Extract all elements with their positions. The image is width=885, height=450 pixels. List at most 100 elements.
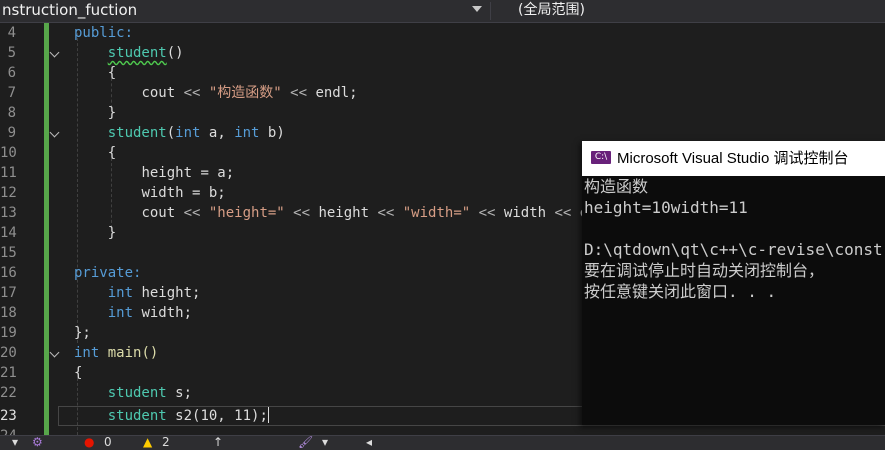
operator: <<	[175, 85, 209, 101]
status-bar: ▾ ⚙ ● 0 ▲ 2 ↑ 🖌 ▾ ◂	[0, 435, 885, 450]
line-number: 15	[0, 245, 17, 261]
code-line: 7 cout << "构造函数" << endl;	[0, 83, 885, 103]
operator: <<	[175, 205, 209, 221]
code-line: 24	[0, 426, 885, 435]
operator: <<	[546, 205, 580, 221]
line-number: 10	[0, 145, 17, 161]
operator: <<	[284, 205, 319, 221]
chevron-down-icon[interactable]	[472, 6, 482, 12]
line-number: 23	[0, 408, 17, 424]
param: b)	[259, 125, 285, 141]
operator: <<	[281, 85, 316, 101]
type-name: student	[107, 408, 167, 424]
class-end: };	[74, 325, 91, 341]
text-caret	[267, 407, 269, 423]
line-number: 14	[0, 225, 17, 241]
line-number: 11	[0, 165, 17, 181]
line-number: 8	[7, 105, 16, 121]
code-line: 8 }	[0, 103, 885, 123]
chevron-down-icon[interactable]: ▾	[322, 436, 328, 450]
error-icon[interactable]: ●	[84, 436, 94, 450]
line-number: 17	[0, 285, 17, 301]
fold-toggle-icon[interactable]	[49, 47, 60, 58]
type-name: student	[107, 385, 167, 401]
constructor-name: student	[107, 45, 167, 61]
operator: <<	[369, 205, 403, 221]
member-decl: width;	[133, 305, 193, 321]
brush-icon[interactable]: 🖌	[298, 436, 313, 450]
variable-decl: s2(10, 11);	[166, 408, 268, 424]
code-line: 4 public:	[0, 23, 885, 43]
string-literal: "构造函数"	[208, 85, 282, 101]
code-line: 6 {	[0, 63, 885, 83]
line-number: 18	[0, 305, 17, 321]
keyword-int: int	[175, 125, 201, 141]
intellicode-icon[interactable]: ⚙	[32, 436, 43, 450]
fold-toggle-icon[interactable]	[49, 127, 60, 138]
code-line: 9 student(int a, int b)	[0, 123, 885, 143]
file-scope-dropdown[interactable]: nstruction_fuction	[0, 0, 472, 22]
console-line: 按任意键关闭此窗口. . .	[584, 282, 777, 301]
line-number: 22	[0, 385, 17, 401]
console-title: Microsoft Visual Studio 调试控制台	[617, 150, 849, 167]
constructor-name: student	[107, 125, 167, 141]
identifier: height	[318, 205, 370, 221]
brace: }	[107, 225, 117, 241]
line-number: 21	[0, 365, 17, 381]
keyword-int: int	[234, 125, 260, 141]
line-number: 4	[7, 25, 16, 41]
brace: {	[107, 65, 117, 81]
paren: (	[166, 125, 176, 141]
error-count[interactable]: 0	[104, 436, 112, 450]
param: a,	[200, 125, 235, 141]
console-line: height=10width=11	[584, 198, 748, 217]
keyword-int: int	[107, 305, 134, 321]
console-title-bar[interactable]: C:\ Microsoft Visual Studio 调试控制台	[582, 141, 885, 176]
parens: ()	[166, 45, 184, 61]
identifier: endl;	[315, 85, 358, 101]
brace: {	[107, 145, 117, 161]
debug-console-window[interactable]: C:\ Microsoft Visual Studio 调试控制台 构造函数 h…	[582, 141, 885, 425]
function-name: main()	[99, 345, 159, 361]
keyword-private: private:	[74, 265, 142, 281]
divider	[490, 2, 491, 20]
string-literal: "height="	[208, 205, 285, 221]
console-line: 要在调试停止时自动关闭控制台，	[584, 261, 825, 280]
console-output[interactable]: 构造函数 height=10width=11 D:\qtdown\qt\c++\…	[584, 176, 885, 302]
code-line: 5 student()	[0, 43, 885, 63]
line-number: 20	[0, 345, 17, 361]
console-line: D:\qtdown\qt\c++\c-revise\const	[584, 240, 883, 259]
keyword-public: public:	[74, 25, 134, 41]
string-literal: "width="	[402, 205, 471, 221]
operator: <<	[470, 205, 504, 221]
line-number: 6	[7, 65, 16, 81]
warning-count[interactable]: 2	[162, 436, 170, 450]
identifier: cout	[141, 205, 176, 221]
line-number: 12	[0, 185, 17, 201]
identifier: width	[503, 205, 547, 221]
line-number: 5	[7, 45, 16, 61]
statement: height = a;	[141, 165, 235, 181]
console-app-icon: C:\	[591, 151, 611, 164]
warning-icon[interactable]: ▲	[143, 436, 152, 450]
line-number: 7	[7, 85, 16, 101]
brace: {	[74, 365, 83, 381]
line-number: 24	[0, 426, 17, 435]
brace: }	[107, 105, 117, 121]
line-number: 13	[0, 205, 17, 221]
chevron-down-icon[interactable]: ▾	[12, 436, 18, 450]
arrow-up-icon[interactable]: ↑	[213, 436, 223, 450]
member-decl: height;	[133, 285, 201, 301]
keyword-int: int	[107, 285, 134, 301]
keyword-int: int	[74, 345, 100, 361]
navigation-bar: nstruction_fuction (全局范围)	[0, 0, 885, 23]
identifier: cout	[141, 85, 176, 101]
line-number: 16	[0, 265, 17, 281]
scroll-left-icon[interactable]: ◂	[366, 436, 372, 450]
fold-toggle-icon[interactable]	[49, 347, 60, 358]
line-number: 19	[0, 325, 17, 341]
line-number: 9	[7, 125, 16, 141]
global-scope-dropdown[interactable]: (全局范围)	[518, 0, 585, 22]
console-line: 构造函数	[584, 177, 649, 196]
